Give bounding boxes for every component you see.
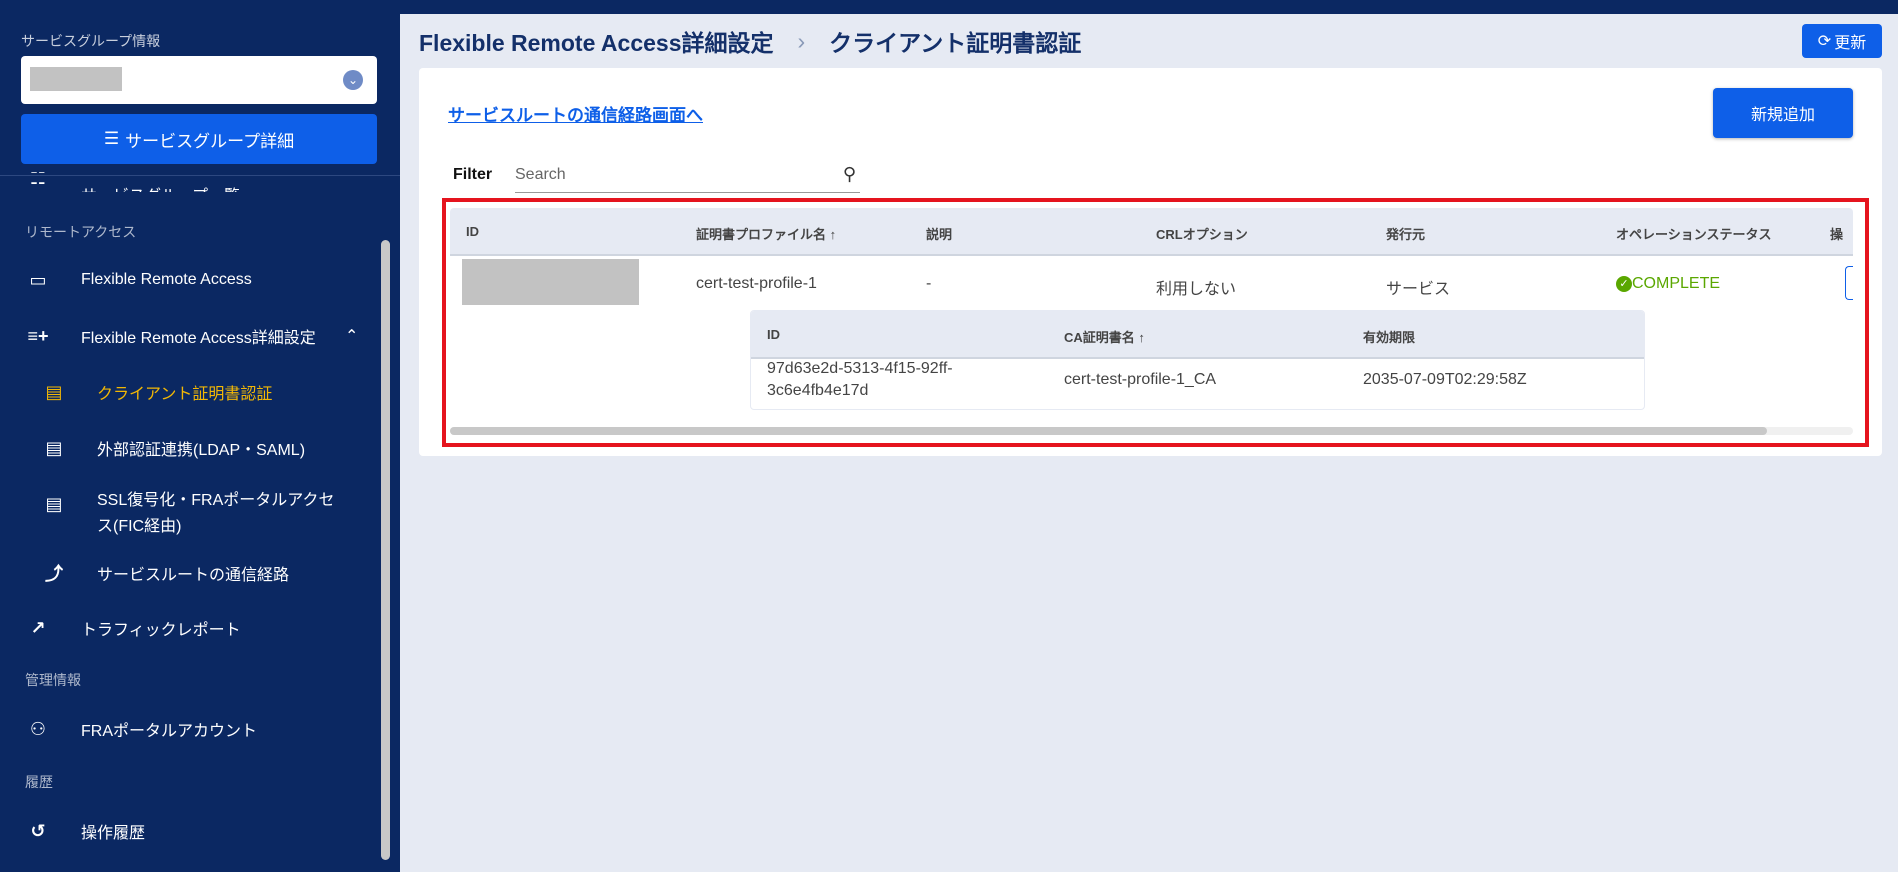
- refresh-icon: ⟳: [1817, 33, 1832, 50]
- laptop-icon: ▭: [29, 269, 47, 290]
- add-new-button[interactable]: 新規追加: [1713, 88, 1853, 138]
- sidebar-item-fra[interactable]: ▭ Flexible Remote Access: [0, 270, 375, 290]
- list-icon: ☰: [103, 129, 120, 148]
- section-management: 管理情報: [25, 672, 81, 688]
- filter-label: Filter: [453, 166, 493, 183]
- certificate-icon: ▤: [45, 494, 63, 514]
- breadcrumb: Flexible Remote Access詳細設定 › クライアント証明書認証: [419, 24, 1081, 58]
- service-group-detail-button[interactable]: ☰ サービスグループ詳細: [21, 114, 377, 164]
- page-title: クライアント証明書認証: [829, 30, 1082, 56]
- line-chart-icon: ↗: [30, 617, 46, 638]
- sidebar-item-ssl[interactable]: ▤ SSL復号化・FRAポータルアクセス(FIC経由): [0, 492, 375, 535]
- sidebar-item-client-cert[interactable]: ▤ クライアント証明書認証: [0, 381, 375, 404]
- sidebar-item-service-route[interactable]: ⤴ サービスルートの通信経路: [0, 563, 375, 584]
- breadcrumb-parent[interactable]: Flexible Remote Access詳細設定: [419, 24, 774, 58]
- search-icon[interactable]: ⚲: [843, 164, 856, 185]
- chevron-down-icon: ⌄: [343, 70, 363, 90]
- person-icon: ⚇: [29, 718, 47, 739]
- redacted-value: [30, 67, 122, 91]
- service-route-link[interactable]: サービスルートの通信経路画面へ: [448, 101, 703, 126]
- history-icon: ↺: [30, 820, 46, 841]
- chevron-right-icon: ›: [797, 27, 806, 54]
- chevron-up-icon: ⌃: [345, 328, 359, 345]
- sidebar-item-portal-account[interactable]: ⚇ FRAポータルアカウント: [0, 718, 375, 741]
- certificate-icon: ▤: [45, 381, 63, 402]
- service-group-label: サービスグループ情報: [21, 33, 161, 49]
- highlight-box: [442, 198, 1869, 447]
- sidebar-item-fra-detail[interactable]: ≡+ Flexible Remote Access詳細設定 ⌃: [0, 325, 375, 348]
- sidebar-scrollbar[interactable]: [381, 240, 390, 860]
- divider: [0, 175, 400, 176]
- section-remote-access: リモートアクセス: [25, 224, 137, 240]
- certificate-icon: ▤: [45, 437, 63, 458]
- section-history: 履歴: [25, 774, 53, 790]
- playlist-add-icon: ≡+: [27, 325, 49, 346]
- sidebar-item-external-auth[interactable]: ▤ 外部認証連携(LDAP・SAML): [0, 437, 375, 460]
- turn-up-arrow-icon: ⤴: [45, 564, 63, 584]
- top-bar: [400, 0, 1898, 14]
- service-group-select[interactable]: ⌄: [21, 56, 377, 104]
- sidebar: サービスグループ情報 ⌄ ☰ サービスグループ詳細 ☷ サービスグループ一覧 リ…: [0, 0, 400, 872]
- refresh-button[interactable]: ⟳ 更新: [1802, 24, 1882, 58]
- search-input[interactable]: Search ⚲: [515, 160, 860, 193]
- sidebar-item-operation-history[interactable]: ↺ 操作履歴: [0, 820, 375, 843]
- sidebar-item-traffic[interactable]: ↗ トラフィックレポート: [0, 617, 375, 640]
